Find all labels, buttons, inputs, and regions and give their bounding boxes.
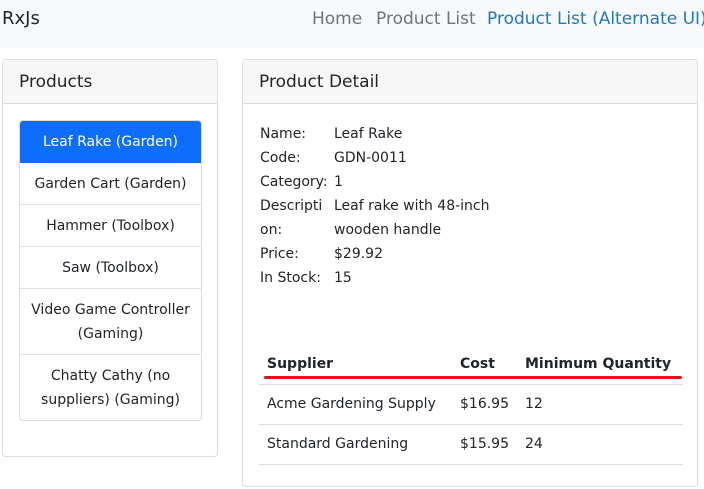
field-label: Code: — [260, 150, 301, 166]
table-row: Standard Gardening $15.95 24 — [259, 423, 683, 465]
field-row-description: Description: Leaf rake with 48-inch wood… — [260, 194, 514, 242]
header-red-underline-annotation — [264, 376, 682, 379]
field-label: In Stock: — [260, 270, 321, 286]
product-list-item-leaf-rake[interactable]: Leaf Rake (Garden) — [20, 121, 201, 163]
product-list-item-saw[interactable]: Saw (Toolbox) — [20, 247, 201, 289]
brand-link[interactable]: RxJs — [2, 8, 40, 29]
field-label: Price: — [260, 246, 299, 262]
field-row-name: Name: Leaf Rake — [260, 122, 514, 146]
product-detail-header: Product Detail — [243, 60, 697, 104]
field-label: Category: — [260, 174, 328, 190]
field-row-in-stock: In Stock: 15 — [260, 266, 514, 290]
field-row-code: Code: GDN-0011 — [260, 146, 514, 170]
navbar: RxJs Home Product List Product List (Alt… — [0, 0, 704, 48]
field-label: Name: — [260, 126, 307, 142]
products-card: Products Leaf Rake (Garden) Garden Cart … — [2, 59, 218, 457]
nav-link-product-list-alternate[interactable]: Product List (Alternate UI) — [487, 9, 704, 29]
field-value: Leaf Rake — [334, 126, 403, 142]
field-row-category: Category: 1 — [260, 170, 514, 194]
products-card-header: Products — [3, 60, 217, 104]
field-value: 1 — [334, 174, 343, 190]
product-list-item-garden-cart[interactable]: Garden Cart (Garden) — [20, 163, 201, 205]
supplier-min-qty-cell: 24 — [517, 423, 683, 465]
product-list-item-chatty-cathy[interactable]: Chatty Cathy (no suppliers) (Gaming) — [20, 355, 201, 420]
supplier-name-cell: Standard Gardening — [259, 423, 452, 465]
supplier-min-qty-cell: 12 — [517, 383, 683, 424]
field-value: $29.92 — [334, 246, 383, 262]
field-value: GDN-0011 — [334, 150, 407, 166]
nav-link-home[interactable]: Home — [312, 9, 362, 29]
supplier-cost-cell: $16.95 — [452, 383, 517, 424]
product-list-item-video-game-controller[interactable]: Video Game Controller (Gaming) — [20, 289, 201, 355]
nav-link-product-list[interactable]: Product List — [376, 9, 476, 29]
table-row: Acme Gardening Supply $16.95 12 — [259, 383, 683, 424]
supplier-table: Supplier Cost Minimum Quantity Acme Gard… — [259, 350, 683, 465]
field-label: Description: — [260, 198, 323, 238]
field-value: Leaf rake with 48-inch wooden handle — [334, 198, 490, 238]
supplier-cost-cell: $15.95 — [452, 423, 517, 465]
field-value: 15 — [334, 270, 352, 286]
field-row-price: Price: $29.92 — [260, 242, 514, 266]
product-detail-card: Product Detail Name: Leaf Rake Code: GDN… — [242, 59, 698, 487]
product-list-item-hammer[interactable]: Hammer (Toolbox) — [20, 205, 201, 247]
product-list: Leaf Rake (Garden) Garden Cart (Garden) … — [19, 120, 202, 421]
supplier-name-cell: Acme Gardening Supply — [259, 383, 452, 424]
product-fields: Name: Leaf Rake Code: GDN-0011 Category:… — [260, 122, 514, 290]
